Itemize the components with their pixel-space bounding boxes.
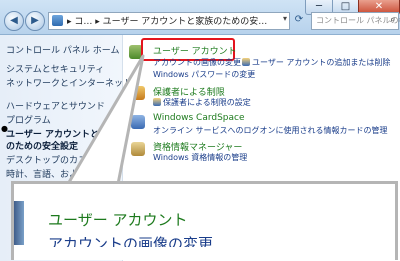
zoom-callout: ユーザー アカウント アカウントの画像の変更: [11, 181, 398, 260]
zoom-title: ユーザー アカウント: [48, 211, 188, 229]
user-accounts-icon: [14, 201, 24, 245]
control-panel-window: ─ □ ✕ ◀ ▶ ▸ コ… ▸ ユーザー アカウントと家族のための安… ▾ ⟳…: [0, 0, 400, 261]
zoom-subtitle: アカウントの画像の変更: [48, 235, 214, 247]
